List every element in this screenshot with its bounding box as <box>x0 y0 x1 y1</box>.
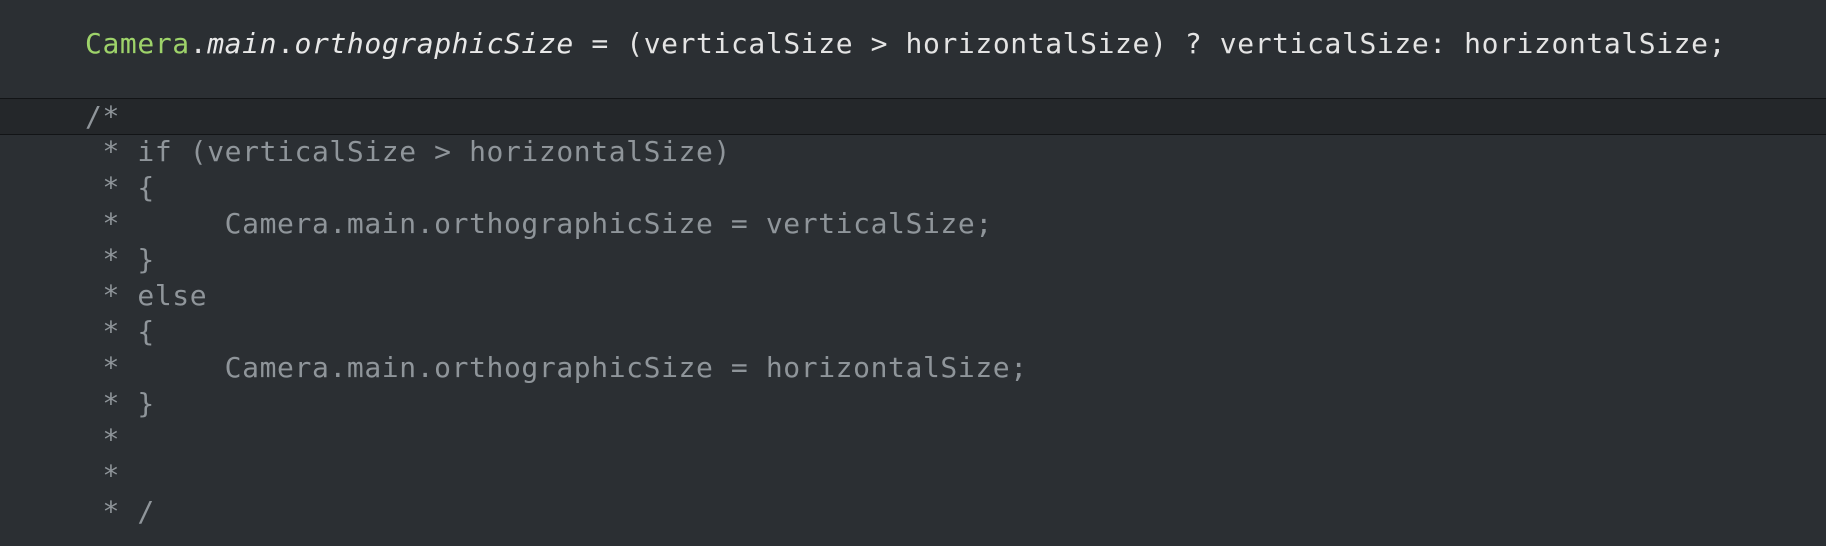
comment-line: * Camera.main.orthographicSize = vertica… <box>85 207 993 240</box>
comment-line: * / <box>85 495 155 528</box>
comment-line: * Camera.main.orthographicSize = horizon… <box>85 351 1028 384</box>
member-token-main: main <box>207 27 278 60</box>
class-name-token: Camera <box>85 27 190 60</box>
comment-line: /* <box>85 100 120 133</box>
comment-line: * if (verticalSize > horizontalSize) <box>85 135 731 168</box>
statement-rest-token: = (verticalSize > horizontalSize) ? vert… <box>573 27 1727 60</box>
comment-line: * } <box>85 387 155 420</box>
comment-line: * <box>85 423 120 456</box>
comment-line: * { <box>85 315 155 348</box>
dot-token: . <box>277 27 295 60</box>
dot-token: . <box>189 27 208 60</box>
code-line-statement: Camera.main.orthographicSize = (vertical… <box>0 26 1826 62</box>
comment-line: * else <box>85 279 208 312</box>
comment-line: * } <box>85 243 155 276</box>
comment-line: * <box>85 459 120 492</box>
member-token-orthographic-size: orthographicSize <box>294 27 574 60</box>
comment-line: * { <box>85 171 155 204</box>
code-editor[interactable]: Camera.main.orthographicSize = (vertical… <box>0 0 1826 546</box>
